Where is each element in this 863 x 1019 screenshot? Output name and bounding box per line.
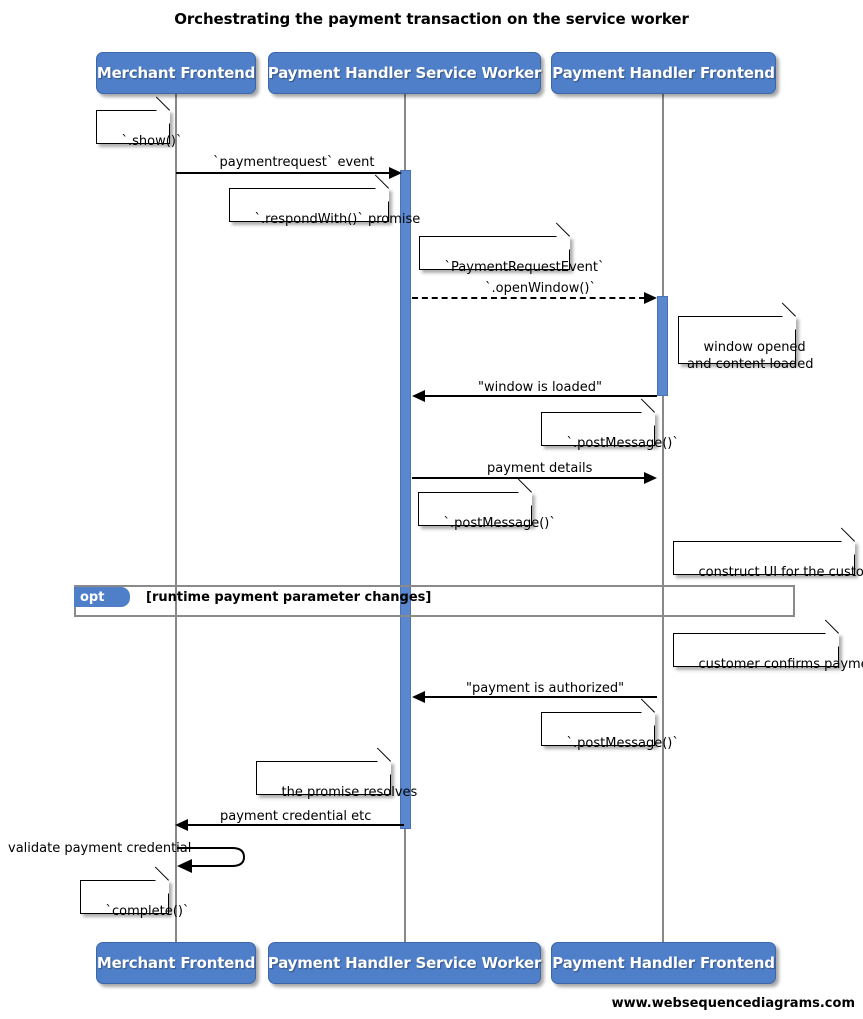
- participant-label: Merchant Frontend: [96, 64, 256, 82]
- note-text: `.postMessage()`: [566, 736, 679, 751]
- note-customer-confirms: customer confirms payment: [673, 619, 863, 672]
- participant-label: Merchant Frontend: [96, 954, 256, 972]
- note-text: `PaymentRequestEvent`: [444, 260, 605, 275]
- note-fold-line-icon: [640, 698, 655, 713]
- note-fold-line-icon: [555, 222, 570, 237]
- activation-service-worker: [400, 170, 411, 829]
- note-fold-line-icon: [374, 174, 389, 189]
- note-postmessage-1: `.postMessage()`: [541, 398, 679, 451]
- note-postmessage-3: `.postMessage()`: [541, 698, 679, 751]
- message-label-openwindow: `.openWindow()`: [485, 281, 596, 296]
- note-text: `.postMessage()`: [566, 436, 679, 451]
- note-postmessage-2: `.postMessage()`: [418, 478, 556, 531]
- message-label-validate-credential: validate payment credential: [8, 841, 192, 856]
- fragment-opt-label: opt: [80, 589, 105, 605]
- participant-merchant-frontend-bottom[interactable]: Merchant Frontend: [96, 942, 256, 984]
- note-show: `.show()`: [96, 96, 182, 149]
- message-label-payment-credential: payment credential etc: [220, 809, 372, 824]
- note-text: `complete()`: [105, 904, 190, 919]
- note-fold-icon: [556, 236, 570, 250]
- sequence-diagram: Orchestrating the payment transaction on…: [0, 0, 863, 1019]
- message-line-paymentrequest: [176, 172, 392, 174]
- message-label-payment-authorized: "payment is authorized": [466, 681, 625, 696]
- note-fold-line-icon: [155, 96, 170, 111]
- lifeline-payment-handler-frontend: [662, 94, 664, 942]
- message-label-window-is-loaded: "window is loaded": [478, 380, 602, 395]
- message-arrowhead-openwindow: [644, 292, 657, 304]
- participant-label: Payment Handler Frontend: [552, 954, 775, 972]
- activation-payment-handler-frontend: [657, 296, 668, 396]
- participant-label: Payment Handler Service Worker: [267, 954, 542, 972]
- message-arrowhead-payment-details: [644, 472, 657, 484]
- page-title: Orchestrating the payment transaction on…: [174, 10, 689, 28]
- note-fold-icon: [825, 633, 839, 647]
- note-window-opened: window opened and content loaded: [678, 302, 814, 372]
- note-fold-icon: [375, 188, 389, 202]
- message-line-payment-credential: [188, 824, 404, 826]
- participant-label: Payment Handler Frontend: [552, 64, 775, 82]
- note-fold-icon: [155, 880, 169, 894]
- participant-service-worker-bottom[interactable]: Payment Handler Service Worker: [268, 942, 541, 984]
- note-fold-icon: [782, 316, 796, 330]
- note-fold-line-icon: [824, 619, 839, 634]
- note-text: window opened and content loaded: [687, 340, 814, 372]
- note-paymentrequestevent: `PaymentRequestEvent`: [419, 222, 605, 275]
- note-fold-line-icon: [154, 866, 169, 881]
- note-text: `.respondWith()` promise: [254, 212, 421, 227]
- note-fold-line-icon: [517, 478, 532, 493]
- note-text: construct UI for the customer: [698, 565, 863, 580]
- message-line-window-is-loaded: [425, 395, 657, 397]
- note-promise-resolves: the promise resolves: [256, 747, 417, 800]
- note-fold-icon: [841, 541, 855, 555]
- note-construct-ui: construct UI for the customer: [673, 527, 863, 580]
- participant-payment-handler-frontend-top[interactable]: Payment Handler Frontend: [551, 52, 776, 94]
- note-text: customer confirms payment: [698, 657, 863, 672]
- note-fold-icon: [641, 412, 655, 426]
- lifeline-merchant: [175, 94, 177, 942]
- note-fold-line-icon: [640, 398, 655, 413]
- message-arrowhead-window-is-loaded: [412, 390, 425, 402]
- participant-payment-handler-frontend-bottom[interactable]: Payment Handler Frontend: [551, 942, 776, 984]
- note-fold-icon: [377, 761, 391, 775]
- message-label-payment-details: payment details: [487, 461, 593, 476]
- footer-credit: www.websequencediagrams.com: [611, 996, 855, 1011]
- message-line-payment-authorized: [425, 696, 657, 698]
- note-fold-icon: [641, 712, 655, 726]
- message-line-openwindow: [412, 297, 645, 299]
- message-arrowhead-paymentrequest: [389, 167, 402, 179]
- fragment-opt-tab: opt: [74, 587, 130, 607]
- note-fold-icon: [156, 110, 170, 124]
- message-arrowhead-payment-credential: [175, 819, 188, 831]
- note-fold-line-icon: [781, 302, 796, 317]
- note-text: `.postMessage()`: [443, 516, 556, 531]
- participant-service-worker-top[interactable]: Payment Handler Service Worker: [268, 52, 541, 94]
- note-fold-line-icon: [840, 527, 855, 542]
- message-label-paymentrequest: `paymentrequest` event: [213, 155, 375, 170]
- fragment-opt-condition: [runtime payment parameter changes]: [146, 590, 432, 605]
- note-text: the promise resolves: [281, 785, 418, 800]
- participant-merchant-frontend-top[interactable]: Merchant Frontend: [96, 52, 256, 94]
- note-fold-line-icon: [376, 747, 391, 762]
- message-line-payment-details: [412, 477, 645, 479]
- message-arrowhead-payment-authorized: [412, 691, 425, 703]
- participant-label: Payment Handler Service Worker: [267, 64, 542, 82]
- message-self-loop-validate-credential: [172, 843, 252, 875]
- note-fold-icon: [518, 492, 532, 506]
- note-complete: `complete()`: [80, 866, 189, 919]
- note-respondwith: `.respondWith()` promise: [229, 174, 420, 227]
- note-text: `.show()`: [121, 134, 183, 149]
